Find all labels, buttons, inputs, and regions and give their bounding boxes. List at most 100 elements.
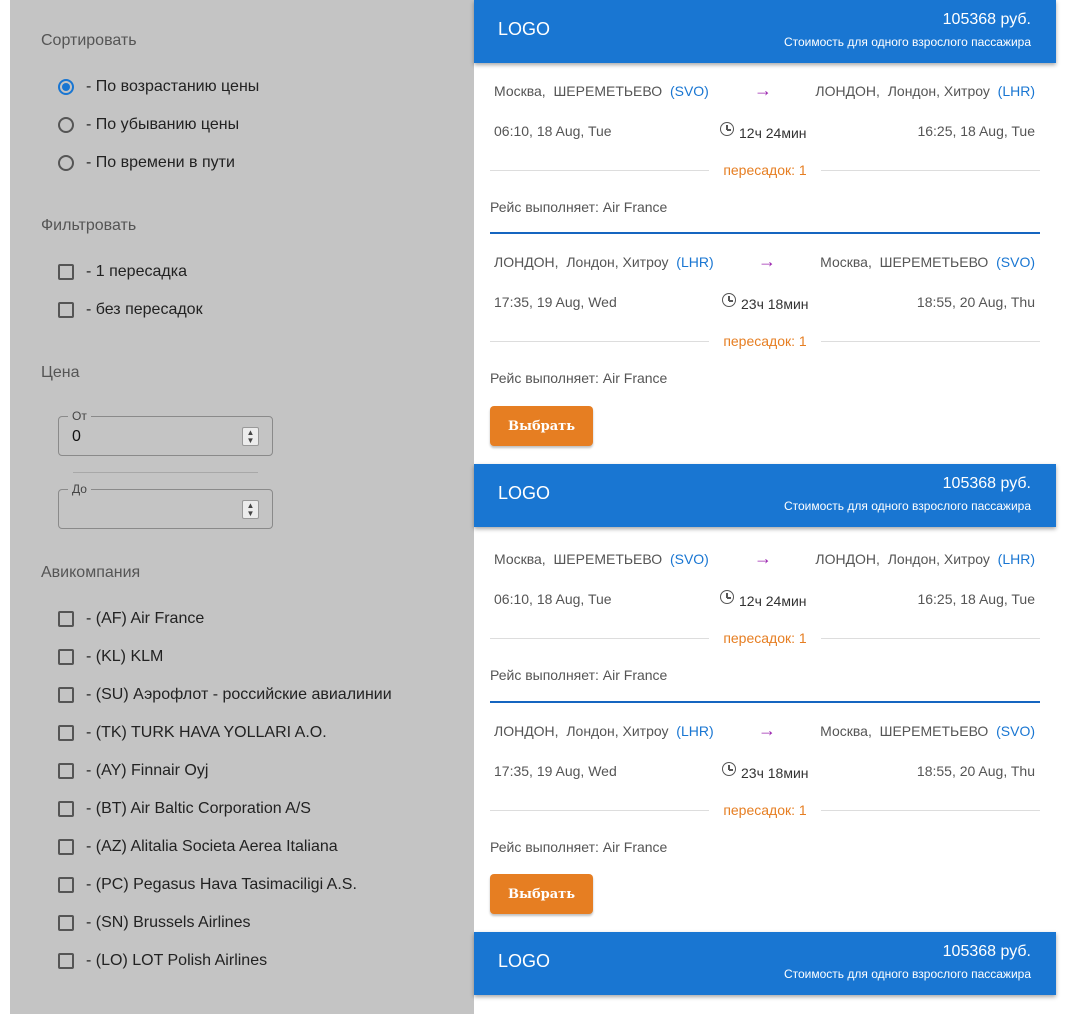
airline-option-label: - (AF) Air France <box>86 610 205 627</box>
checkbox-icon[interactable] <box>58 953 74 969</box>
price-from-value[interactable]: 0 <box>72 428 81 446</box>
operating-carrier: Рейс выполняет: Air France <box>490 839 668 855</box>
stops-count: пересадок: 1 <box>723 162 807 178</box>
arrival-place: ЛОНДОН, Лондон, Хитроу (LHR) <box>815 83 1035 99</box>
choose-button[interactable]: Выбрать <box>490 874 593 914</box>
arrival-place: Москва, ШЕРЕМЕТЬЕВО (SVO) <box>820 254 1035 270</box>
price-note: Стоимость для одного взрослого пассажира <box>783 35 1031 49</box>
price-note: Стоимость для одного взрослого пассажира <box>783 499 1031 513</box>
filter-option-one-stop[interactable]: - 1 пересадка <box>58 261 187 283</box>
time-row: 06:10, 18 Aug, Tue 12ч 24мин 16:25, 18 A… <box>494 590 1035 609</box>
time-row: 06:10, 18 Aug, Tue 12ч 24мин 16:25, 18 A… <box>494 122 1035 141</box>
stops-count: пересадок: 1 <box>723 333 807 349</box>
checkbox-icon[interactable] <box>58 687 74 703</box>
filter-option-label: - без пересадок <box>86 301 203 318</box>
radio-icon[interactable] <box>58 117 74 133</box>
sort-option-label: - По убыванию цены <box>86 116 240 133</box>
checkbox-icon[interactable] <box>58 611 74 627</box>
radio-selected-icon[interactable] <box>58 79 74 95</box>
route-row: Москва, ШЕРЕМЕТЬЕВО (SVO) → ЛОНДОН, Лонд… <box>494 548 1035 569</box>
ticket-price: 105368 руб. <box>942 475 1031 492</box>
route-row: ЛОНДОН, Лондон, Хитроу (LHR) → Москва, Ш… <box>494 251 1035 272</box>
stops-divider: пересадок: 1 <box>490 332 1040 350</box>
sort-option-price-asc[interactable]: - По возрастанию цены <box>58 76 259 98</box>
airline-option[interactable]: - (AZ) Alitalia Societa Aerea Italiana <box>58 836 338 858</box>
checkbox-icon[interactable] <box>58 915 74 931</box>
checkbox-icon[interactable] <box>58 763 74 779</box>
operating-carrier: Рейс выполняет: Air France <box>490 667 668 683</box>
airline-option[interactable]: - (LO) LOT Polish Airlines <box>58 950 267 972</box>
checkbox-icon[interactable] <box>58 649 74 665</box>
radio-icon[interactable] <box>58 155 74 171</box>
ticket-card: LOGO 105368 руб. Стоимость для одного вз… <box>474 932 1056 1014</box>
airline-option[interactable]: - (KL) KLM <box>58 646 163 668</box>
arrival-time: 16:25, 18 Aug, Tue <box>917 591 1035 607</box>
sort-option-label: - По возрастанию цены <box>86 78 260 95</box>
departure-place: ЛОНДОН, Лондон, Хитроу (LHR) <box>494 723 714 739</box>
price-title: Цена <box>41 364 80 381</box>
airline-logo: LOGO <box>498 951 551 971</box>
flight-leg-return: ЛОНДОН, Лондон, Хитроу (LHR) → Москва, Ш… <box>474 703 1056 873</box>
sort-option-price-desc[interactable]: - По убыванию цены <box>58 114 239 136</box>
departure-code: (SVO) <box>669 551 709 567</box>
airline-option-label: - (AZ) Alitalia Societa Aerea Italiana <box>86 838 338 855</box>
stops-divider: пересадок: 1 <box>490 161 1040 179</box>
stops-divider: пересадок: 1 <box>490 629 1040 647</box>
results-list: LOGO 105368 руб. Стоимость для одного вз… <box>474 0 1056 1014</box>
airline-option[interactable]: - (SN) Brussels Airlines <box>58 912 250 934</box>
checkbox-icon[interactable] <box>58 302 74 318</box>
arrival-time: 16:25, 18 Aug, Tue <box>917 123 1035 139</box>
filter-option-nonstop[interactable]: - без пересадок <box>58 299 203 321</box>
stops-count: пересадок: 1 <box>723 630 807 646</box>
time-row: 17:35, 19 Aug, Wed 23ч 18мин 18:55, 20 A… <box>494 293 1035 312</box>
filters-sidebar: Сортировать - По возрастанию цены - По у… <box>10 0 474 1014</box>
checkbox-icon[interactable] <box>58 264 74 280</box>
flight-leg-return: ЛОНДОН, Лондон, Хитроу (LHR) → Москва, Ш… <box>474 234 1056 404</box>
departure-code: (LHR) <box>676 723 714 739</box>
checkbox-icon[interactable] <box>58 877 74 893</box>
route-row: Москва, ШЕРЕМЕТЬЕВО (SVO) → ЛОНДОН, Лонд… <box>494 80 1035 101</box>
airline-option[interactable]: - (SU) Аэрофлот - российские авиалинии <box>58 684 392 706</box>
checkbox-icon[interactable] <box>58 839 74 855</box>
departure-place: ЛОНДОН, Лондон, Хитроу (LHR) <box>494 254 714 270</box>
sort-option-duration[interactable]: - По времени в пути <box>58 152 235 174</box>
number-spinner-icon[interactable]: ▲ ▼ <box>242 500 259 519</box>
arrival-time: 18:55, 20 Aug, Thu <box>916 763 1035 779</box>
airline-option[interactable]: - (AF) Air France <box>58 608 204 630</box>
clock-icon <box>720 122 734 136</box>
airline-option-label: - (AY) Finnair Oyj <box>86 762 209 779</box>
airline-option-label: - (BT) Air Baltic Corporation A/S <box>86 800 311 817</box>
checkbox-icon[interactable] <box>58 725 74 741</box>
price-to-label: До <box>68 482 91 496</box>
operating-carrier: Рейс выполняет: Air France <box>490 199 668 215</box>
airline-option[interactable]: - (PC) Pegasus Hava Tasimaciligi A.S. <box>58 874 357 896</box>
departure-code: (LHR) <box>676 254 714 270</box>
flight-duration: 12ч 24мин <box>739 593 807 609</box>
airline-option[interactable]: - (AY) Finnair Oyj <box>58 760 208 782</box>
clock-icon <box>720 590 734 604</box>
flight-duration: 23ч 18мин <box>741 765 809 781</box>
number-spinner-icon[interactable]: ▲ ▼ <box>242 427 259 446</box>
stops-count: пересадок: 1 <box>723 802 807 818</box>
departure-place: Москва, ШЕРЕМЕТЬЕВО (SVO) <box>494 551 709 567</box>
price-from-label: От <box>68 409 91 423</box>
flight-duration: 23ч 18мин <box>741 296 809 312</box>
ticket-header: LOGO 105368 руб. Стоимость для одного вз… <box>474 0 1056 63</box>
arrival-code: (LHR) <box>997 83 1035 99</box>
price-from-field[interactable]: От 0 ▲ ▼ <box>58 409 273 456</box>
airline-option[interactable]: - (BT) Air Baltic Corporation A/S <box>58 798 311 820</box>
arrow-right-icon: → <box>758 720 776 740</box>
departure-time: 06:10, 18 Aug, Tue <box>494 123 612 139</box>
arrival-code: (SVO) <box>996 723 1035 739</box>
airline-option[interactable]: - (TK) TURK HAVA YOLLARI A.O. <box>58 722 327 744</box>
arrow-right-icon: → <box>758 251 776 271</box>
stops-divider: пересадок: 1 <box>490 801 1040 819</box>
airline-option-label: - (LO) LOT Polish Airlines <box>86 952 268 969</box>
ticket-card: LOGO 105368 руб. Стоимость для одного вз… <box>474 0 1056 464</box>
choose-button[interactable]: Выбрать <box>490 406 593 446</box>
ticket-header: LOGO 105368 руб. Стоимость для одного вз… <box>474 932 1056 995</box>
departure-code: (SVO) <box>669 83 709 99</box>
airline-option-label: - (TK) TURK HAVA YOLLARI A.O. <box>86 724 327 741</box>
checkbox-icon[interactable] <box>58 801 74 817</box>
price-to-field[interactable]: До ▲ ▼ <box>58 482 273 529</box>
